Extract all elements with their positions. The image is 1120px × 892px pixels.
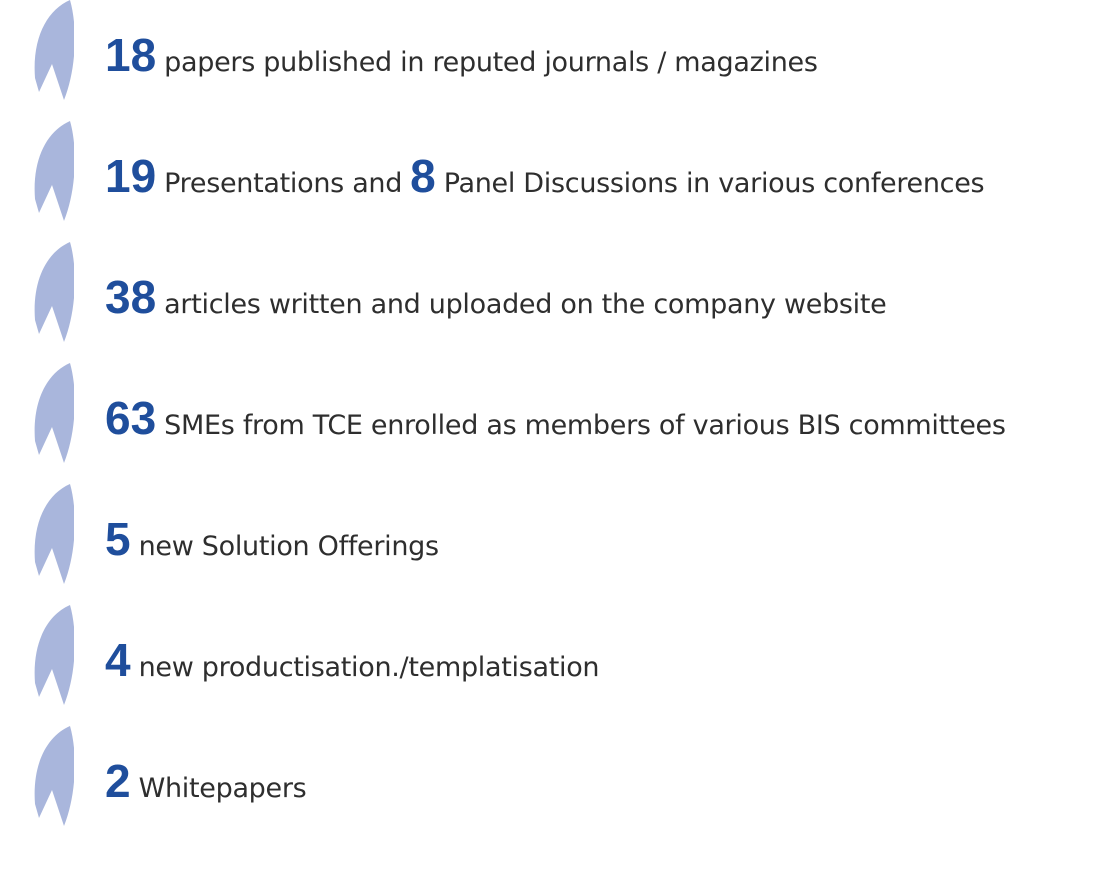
leaf-icon bbox=[30, 484, 74, 588]
list-item: 18 papers published in reputed journals /… bbox=[0, 0, 1120, 108]
stat-description: Whitepapers bbox=[138, 773, 307, 804]
stat-description-secondary: Panel Discussions in various conferences bbox=[443, 168, 985, 199]
leaf-icon bbox=[30, 121, 74, 225]
leaf-icon bbox=[30, 242, 74, 346]
list-item: 38 articles written and uploaded on the c… bbox=[0, 242, 1120, 350]
list-item-text: 2 Whitepapers bbox=[105, 755, 307, 807]
stat-description: SMEs from TCE enrolled as members of var… bbox=[164, 410, 1006, 441]
list-item: 2 Whitepapers bbox=[0, 726, 1120, 834]
stat-number: 19 bbox=[105, 150, 157, 202]
stat-number: 5 bbox=[105, 513, 131, 565]
stat-description: papers published in reputed journals / m… bbox=[164, 47, 818, 78]
list-item-text: 18 papers published in reputed journals /… bbox=[105, 32, 818, 78]
list-item: 4 new productisation./templatisation bbox=[0, 605, 1120, 713]
achievements-list: 18 papers published in reputed journals /… bbox=[0, 0, 1120, 892]
leaf-icon bbox=[30, 0, 74, 104]
stat-description: new Solution Offerings bbox=[138, 531, 439, 562]
list-item-text: 63 SMEs from TCE enrolled as members of v… bbox=[105, 395, 1006, 441]
stat-number: 2 bbox=[105, 755, 131, 807]
leaf-icon bbox=[30, 363, 74, 467]
leaf-icon bbox=[30, 605, 74, 709]
stat-description: new productisation./templatisation bbox=[138, 652, 600, 683]
list-item: 5 new Solution Offerings bbox=[0, 484, 1120, 592]
stat-description: Presentations and bbox=[164, 168, 403, 199]
list-item-text: 19 Presentations and 8 Panel Discussions in… bbox=[105, 150, 985, 202]
list-item: 63 SMEs from TCE enrolled as members of v… bbox=[0, 363, 1120, 471]
stat-number-secondary: 8 bbox=[410, 150, 436, 202]
list-item-text: 4 new productisation./templatisation bbox=[105, 634, 600, 686]
stat-number: 63 bbox=[105, 392, 157, 444]
stat-number: 4 bbox=[105, 634, 131, 686]
stat-number: 38 bbox=[105, 271, 157, 323]
list-item-text: 38 articles written and uploaded on the c… bbox=[105, 271, 887, 323]
stat-number: 18 bbox=[105, 29, 157, 81]
leaf-icon bbox=[30, 726, 74, 830]
list-item-text: 5 new Solution Offerings bbox=[105, 516, 439, 562]
list-item: 19 Presentations and 8 Panel Discussions in… bbox=[0, 121, 1120, 229]
stat-description: articles written and uploaded on the com… bbox=[164, 289, 887, 320]
